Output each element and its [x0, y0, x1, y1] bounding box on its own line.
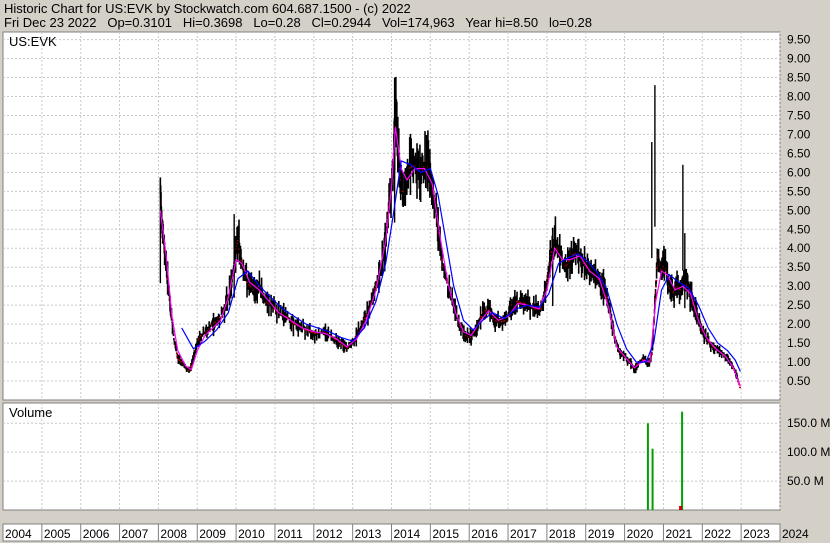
price-y-tick-label: 9.50	[787, 33, 811, 47]
x-tick-label: 2024	[782, 527, 809, 541]
x-tick-label: 2006	[83, 527, 110, 541]
x-tick-label: 2011	[277, 527, 303, 541]
volume-y-tick-label: 100.0 M	[787, 445, 830, 459]
price-y-tick-label: 3.50	[787, 260, 811, 274]
x-tick-label: 2013	[355, 527, 382, 541]
volume-y-tick-label: 50.0 M	[787, 474, 824, 488]
price-y-tick-label: 6.00	[787, 165, 811, 179]
x-tick-label: 2010	[238, 527, 265, 541]
chart-canvas: 0.50 1.00 1.50 2.00 2.50 3.00 3.50 4.00 4.50 5.00…	[2, 31, 830, 542]
volume-panel-title: Volume	[9, 405, 52, 420]
price-y-tick-label: 5.00	[787, 203, 811, 217]
chart-window: Historic Chart for US:EVK by Stockwatch.…	[0, 0, 830, 543]
price-y-tick-label: 4.50	[787, 222, 811, 236]
price-y-tick-label: 7.50	[787, 108, 811, 122]
price-y-tick-label: 8.50	[787, 71, 811, 85]
price-y-axis: 0.50 1.00 1.50 2.00 2.50 3.00 3.50 4.00 4.50 5.00…	[787, 33, 811, 388]
x-tick-label: 2017	[510, 527, 537, 541]
x-tick-label: 2014	[394, 527, 421, 541]
x-tick-label: 2018	[549, 527, 576, 541]
x-tick-label: 2015	[432, 527, 459, 541]
x-tick-label: 2007	[122, 527, 149, 541]
x-tick-label: 2004	[5, 527, 32, 541]
price-y-tick-label: 0.50	[787, 374, 811, 388]
x-tick-label: 2009	[199, 527, 226, 541]
x-tick-label: 2005	[44, 527, 71, 541]
price-y-tick-label: 1.00	[787, 355, 811, 369]
price-y-tick-label: 5.50	[787, 184, 811, 198]
price-panel-title: US:EVK	[9, 34, 57, 49]
volume-y-tick-label: 150.0 M	[787, 416, 830, 430]
x-tick-label: 2008	[160, 527, 187, 541]
price-y-tick-label: 1.50	[787, 336, 811, 350]
x-tick-label: 2022	[704, 527, 731, 541]
x-tick-label: 2020	[627, 527, 654, 541]
price-y-tick-label: 2.50	[787, 298, 811, 312]
price-y-tick-label: 3.00	[787, 279, 811, 293]
price-y-tick-label: 2.00	[787, 317, 811, 331]
volume-bar	[651, 448, 654, 510]
price-y-tick-label: 8.00	[787, 89, 811, 103]
x-tick-label: 2023	[743, 527, 770, 541]
price-y-tick-label: 7.00	[787, 127, 811, 141]
x-tick-label: 2019	[588, 527, 615, 541]
volume-marker	[679, 506, 683, 510]
x-tick-label: 2021	[665, 527, 692, 541]
volume-bar	[681, 411, 684, 510]
volume-y-axis: 50.0 M 100.0 M 150.0 M	[787, 416, 830, 488]
x-axis: 2004 2005 2006 2007 2008 2009 2010 2011 2012 2013…	[2, 524, 809, 541]
price-y-tick-label: 9.00	[787, 52, 811, 66]
volume-bar	[646, 423, 649, 510]
price-y-tick-label: 4.00	[787, 241, 811, 255]
x-tick-label: 2016	[471, 527, 498, 541]
x-tick-label: 2012	[316, 527, 343, 541]
price-y-tick-label: 6.50	[787, 146, 811, 160]
